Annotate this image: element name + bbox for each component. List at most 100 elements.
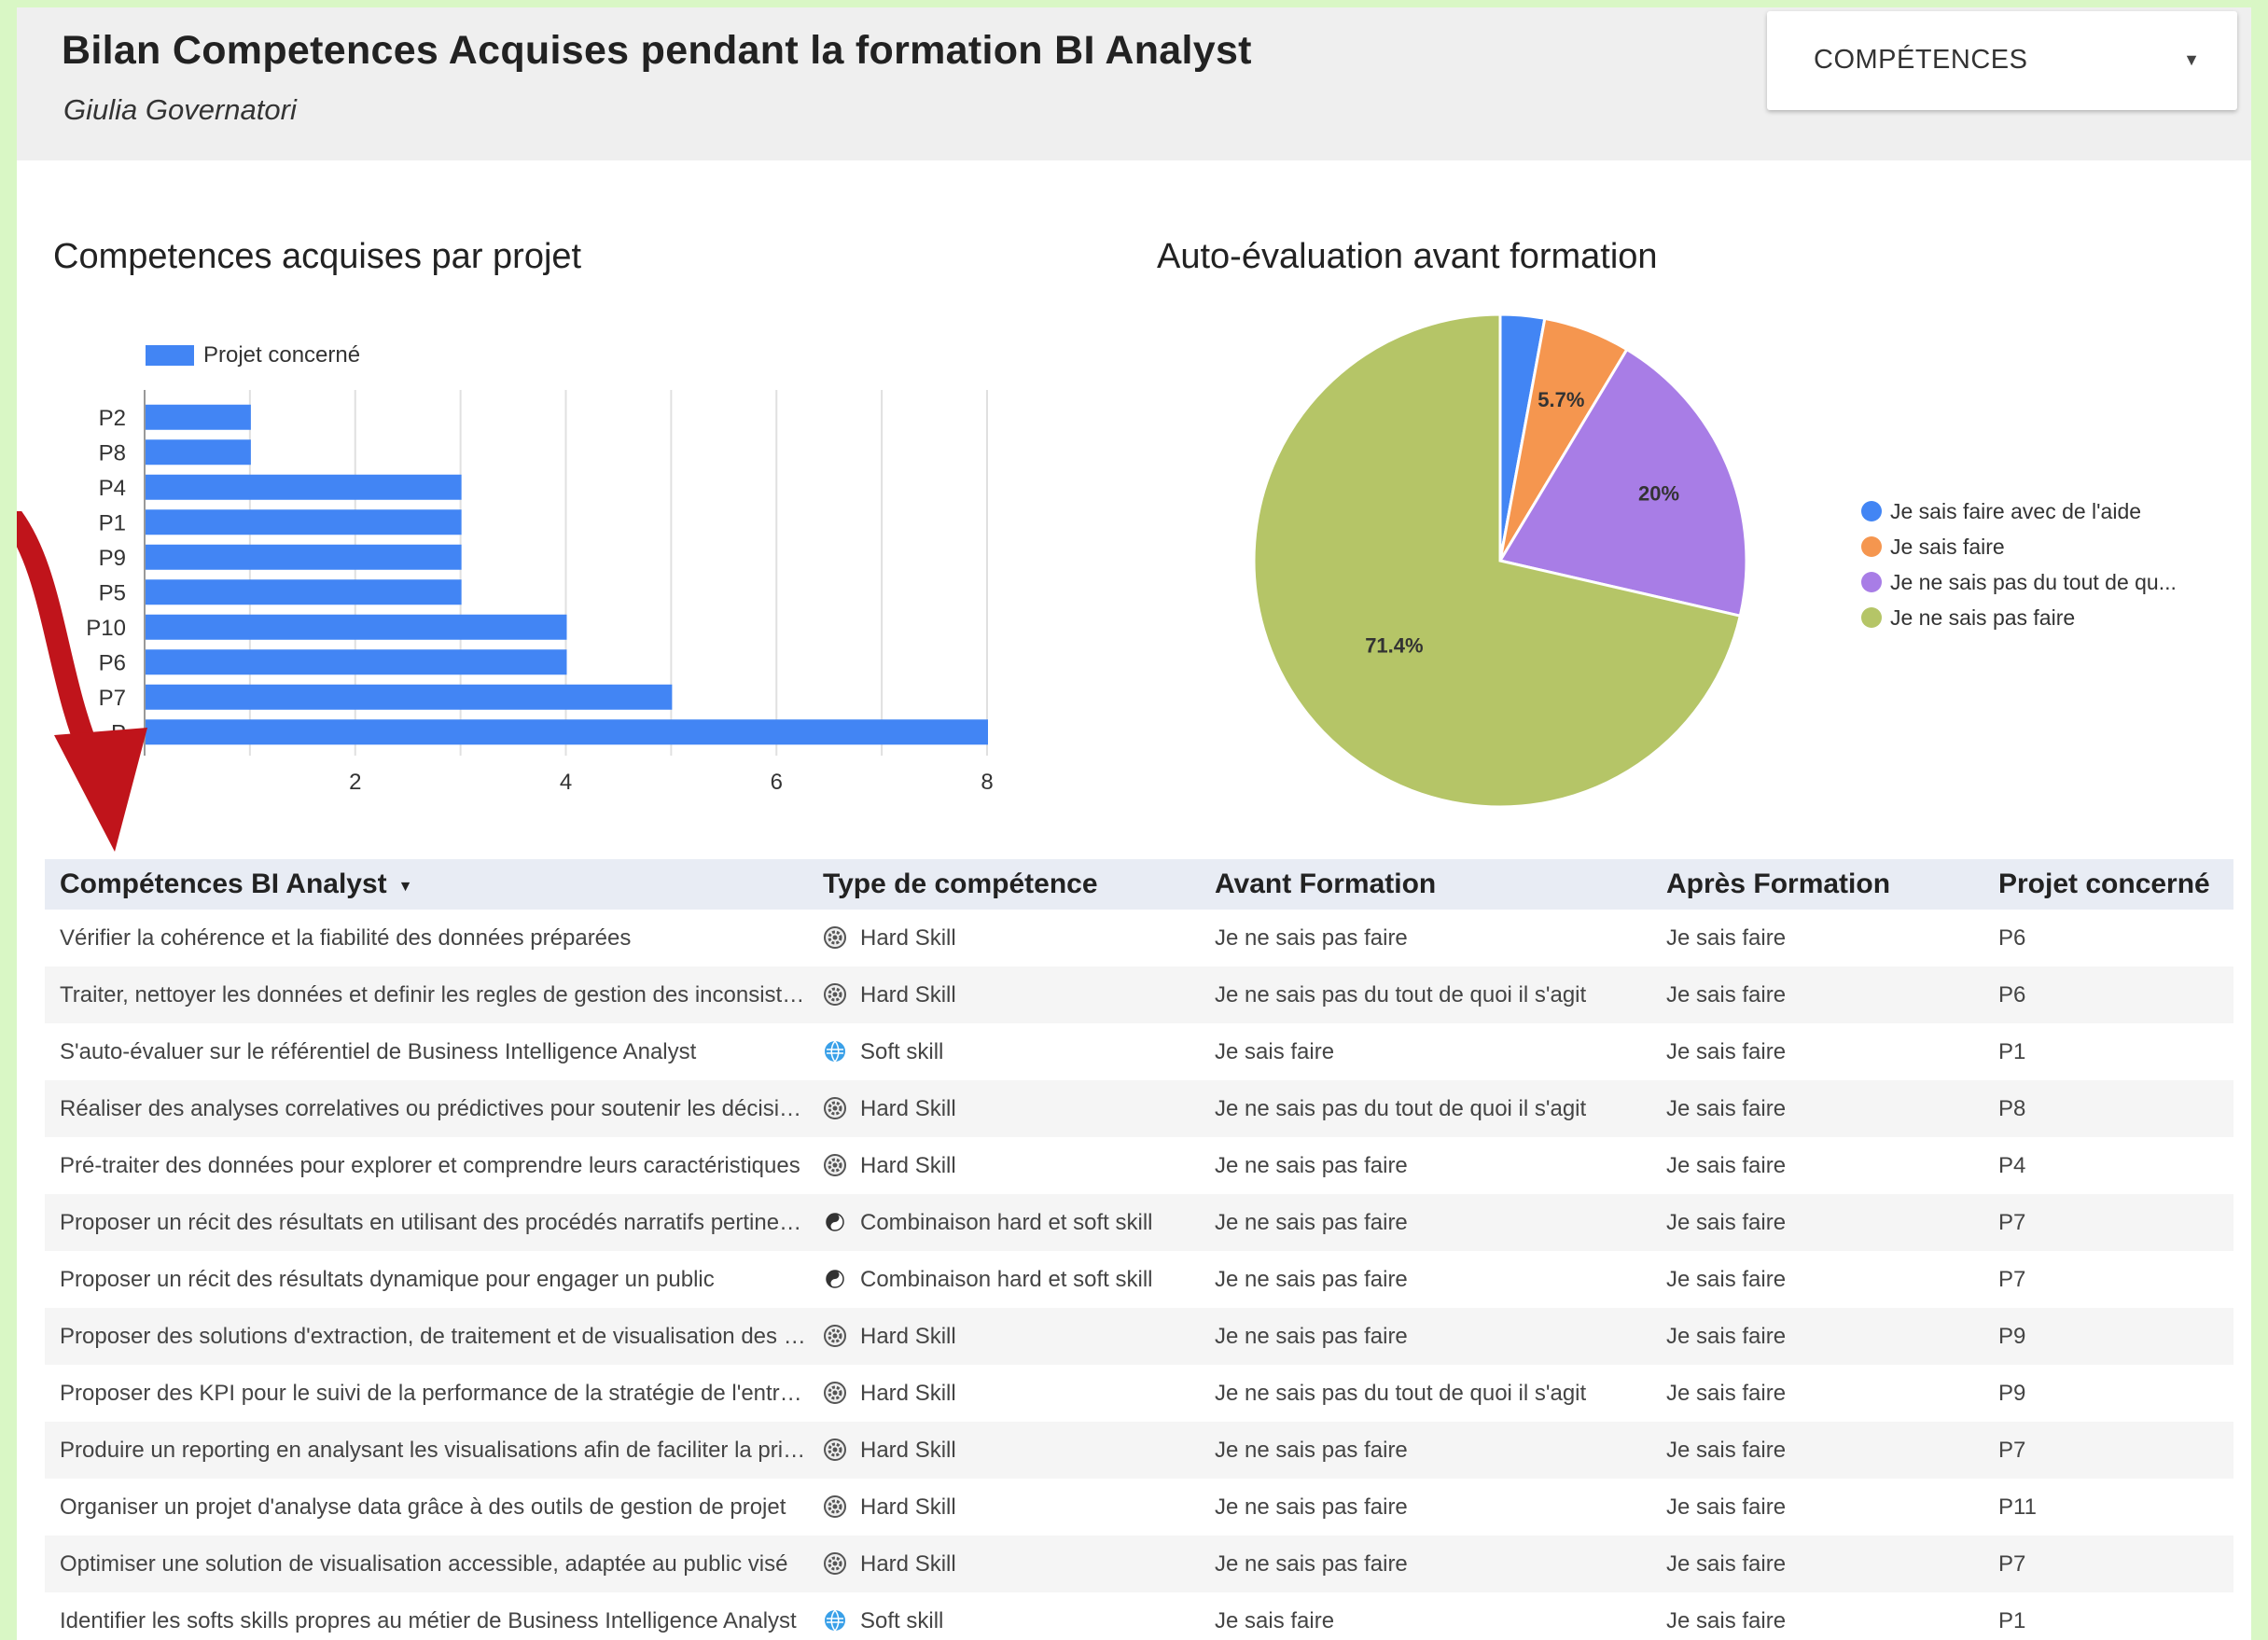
cell-competence: Traiter, nettoyer les données et definir… (45, 966, 808, 1023)
legend-swatch (1861, 501, 1882, 521)
table-row[interactable]: Proposer un récit des résultats dynamiqu… (45, 1251, 2233, 1308)
filter-label: COMPÉTENCES (1814, 45, 2028, 75)
cell-competence: S'auto-évaluer sur le référentiel de Bus… (60, 1038, 697, 1064)
cell-projet: P4 (1998, 1152, 2026, 1178)
cell-avant: Je ne sais pas faire (1200, 1536, 1651, 1592)
legend-swatch (146, 345, 194, 366)
cell-avant: Je ne sais pas faire (1215, 1152, 1408, 1178)
legend-label[interactable]: Je ne sais pas du tout de qu... (1890, 570, 2177, 594)
globe-icon (823, 1039, 847, 1063)
cell-type: Soft skill (808, 1023, 1200, 1080)
cell-projet: P11 (1998, 1494, 2037, 1520)
column-header-projet[interactable]: Projet concerné (1983, 859, 2233, 910)
legend-swatch (1861, 607, 1882, 628)
cell-competence: Identifier les softs skills propres au m… (60, 1607, 797, 1633)
cell-type: Hard Skill (808, 1080, 1200, 1137)
globe-icon (823, 1608, 847, 1633)
report-header: Bilan Competences Acquises pendant la fo… (17, 7, 2251, 160)
cell-apres: Je sais faire (1666, 1494, 1787, 1520)
cell-projet: P1 (1998, 1607, 2026, 1633)
cell-competence: Pré-traiter des données pour explorer et… (60, 1152, 800, 1178)
pie-chart[interactable]: 5.7% 20% 71.4% Je sais faire avec de l'aide… (1136, 297, 2237, 819)
cell-avant: Je ne sais pas faire (1200, 1422, 1651, 1479)
pie-data-label: 71.4% (1365, 633, 1423, 657)
table-row[interactable]: Identifier les softs skills propres au m… (45, 1592, 2233, 1640)
cell-competence: Vérifier la cohérence et la fiabilité de… (60, 924, 632, 951)
table-row[interactable]: Organiser un projet d'analyse data grâce… (45, 1479, 2233, 1536)
red-arrow-annotation (17, 511, 147, 852)
cell-projet: P7 (1983, 1194, 2233, 1251)
legend-label: Projet concerné (203, 342, 360, 368)
cell-apres: Je sais faire (1666, 1607, 1787, 1633)
dashboard-page: Bilan Competences Acquises pendant la fo… (17, 7, 2251, 1640)
gear-icon (823, 1381, 847, 1405)
cell-apres: Je sais faire (1651, 1308, 1983, 1365)
cell-projet: P1 (1998, 1038, 2026, 1064)
cell-avant: Je ne sais pas du tout de quoi il s'agit (1200, 966, 1651, 1023)
x-tick-label: 8 (981, 770, 993, 795)
y-tick-label: P4 (99, 476, 126, 501)
table-row[interactable]: Optimiser une solution de visualisation … (45, 1536, 2233, 1592)
pie-chart-title: Auto-évaluation avant formation (1157, 237, 1658, 276)
report-title: Bilan Competences Acquises pendant la fo… (62, 28, 1252, 73)
cell-apres: Je sais faire (1666, 924, 1787, 951)
cell-type: Soft skill (808, 1592, 1200, 1640)
bar-p4[interactable] (146, 474, 462, 500)
table-row[interactable]: Proposer un récit des résultats en utili… (45, 1194, 2233, 1251)
x-tick-label: 4 (560, 770, 572, 795)
table-row[interactable]: Traiter, nettoyer les données et definir… (45, 966, 2233, 1023)
cell-avant: Je ne sais pas du tout de quoi il s'agit (1215, 1380, 1587, 1406)
column-header-type[interactable]: Type de compétence (808, 859, 1200, 910)
cell-type: Combinaison hard et soft skill (808, 1251, 1200, 1308)
cell-avant: Je sais faire (1215, 1607, 1335, 1633)
yin-yang-icon (823, 1210, 847, 1234)
gear-icon (823, 1494, 847, 1519)
cell-apres: Je sais faire (1666, 1038, 1787, 1064)
bar-p[interactable] (146, 719, 988, 745)
pie-data-label: 5.7% (1538, 388, 1584, 411)
cell-type: Combinaison hard et soft skill (808, 1194, 1200, 1251)
table-row[interactable]: Pré-traiter des données pour explorer et… (45, 1137, 2233, 1194)
cell-competence: Optimiser une solution de visualisation … (45, 1536, 808, 1592)
cell-projet: P6 (1998, 924, 2026, 951)
cell-type: Hard Skill (808, 1308, 1200, 1365)
table-row[interactable]: Vérifier la cohérence et la fiabilité de… (45, 910, 2233, 966)
bar-chart-title: Competences acquises par projet (53, 237, 582, 276)
table-row[interactable]: Proposer des solutions d'extraction, de … (45, 1308, 2233, 1365)
cell-projet: P7 (1983, 1536, 2233, 1592)
legend-label[interactable]: Je sais faire avec de l'aide (1890, 499, 2141, 523)
bar-p8[interactable] (146, 439, 251, 466)
gear-icon (823, 1096, 847, 1120)
cell-projet: P7 (1998, 1266, 2026, 1292)
cell-avant: Je ne sais pas faire (1215, 1494, 1408, 1520)
bar-p7[interactable] (146, 684, 673, 710)
column-header-apres[interactable]: Après Formation (1651, 859, 1983, 910)
cell-competence: Proposer un récit des résultats en utili… (45, 1194, 808, 1251)
table-row[interactable]: Produire un reporting en analysant les v… (45, 1422, 2233, 1479)
cell-competence: Proposer un récit des résultats dynamiqu… (60, 1266, 715, 1292)
cell-apres: Je sais faire (1651, 1536, 1983, 1592)
table-row[interactable]: Réaliser des analyses correlatives ou pr… (45, 1080, 2233, 1137)
legend-label[interactable]: Je sais faire (1890, 535, 2005, 559)
cell-competence: Proposer des KPI pour le suivi de la per… (60, 1380, 808, 1406)
cell-projet: P6 (1983, 966, 2233, 1023)
y-tick-label: P2 (99, 406, 126, 431)
bar-p2[interactable] (146, 404, 251, 430)
bar-p6[interactable] (146, 649, 567, 675)
legend-label[interactable]: Je ne sais pas faire (1890, 605, 2075, 630)
column-header-avant[interactable]: Avant Formation (1200, 859, 1651, 910)
chevron-down-icon: ▼ (2183, 50, 2200, 69)
cell-apres: Je sais faire (1651, 1194, 1983, 1251)
cell-projet: P9 (1983, 1308, 2233, 1365)
cell-avant: Je ne sais pas faire (1200, 1308, 1651, 1365)
gear-icon (823, 982, 847, 1007)
bar-p10[interactable] (146, 614, 567, 640)
competences-filter-dropdown[interactable]: COMPÉTENCES ▼ (1767, 11, 2237, 110)
cell-projet: P7 (1983, 1422, 2233, 1479)
cell-type: Hard Skill (808, 1479, 1200, 1536)
table-row[interactable]: S'auto-évaluer sur le référentiel de Bus… (45, 1023, 2233, 1080)
cell-avant: Je ne sais pas faire (1200, 1194, 1651, 1251)
table-row[interactable]: Proposer des KPI pour le suivi de la per… (45, 1365, 2233, 1422)
cell-type: Hard Skill (808, 1422, 1200, 1479)
cell-avant: Je ne sais pas du tout de quoi il s'agit (1200, 1080, 1651, 1137)
